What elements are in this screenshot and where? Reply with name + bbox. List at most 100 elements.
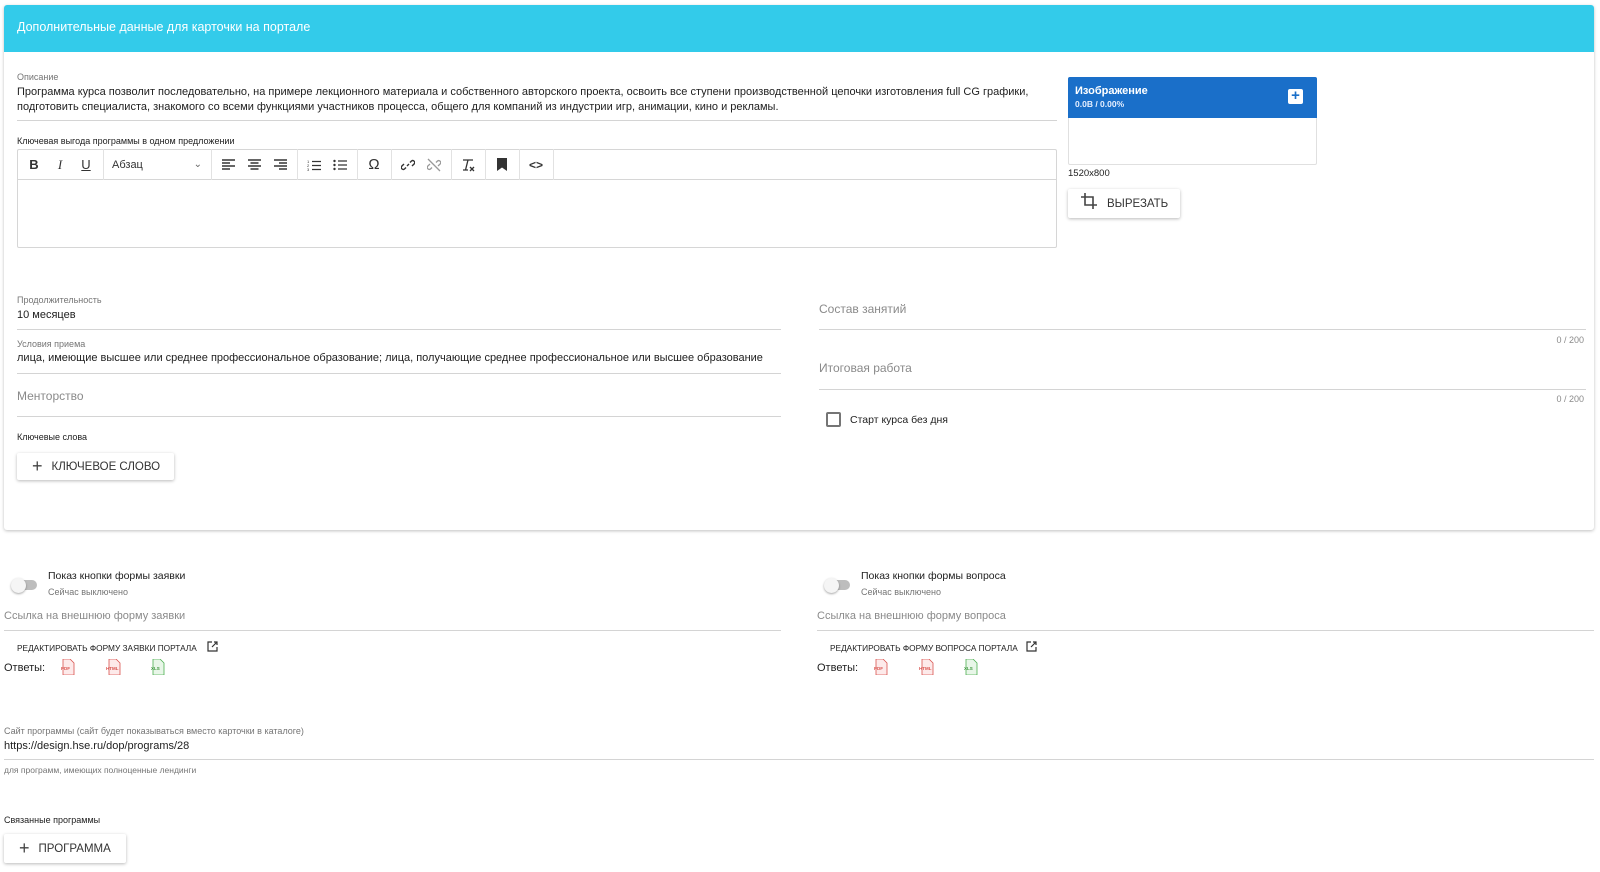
external-link-icon [207,641,218,654]
description-text-line-2[interactable]: подготовить специалиста, знакомого со вс… [17,100,1057,114]
toolbar-separator [357,149,358,180]
toolbar-separator [211,149,212,180]
unlink-icon[interactable] [421,149,447,180]
duration-underline [17,329,781,330]
image-title: Изображение [1075,85,1148,97]
crop-button[interactable]: Вырезать [1068,189,1180,218]
edit-question-form-label: Редактировать форму вопроса портала [830,642,1018,653]
pdf-file-icon[interactable]: PDF [874,659,888,675]
question-toggle-label: Показ кнопки формы вопроса [861,570,1006,582]
card-title: Дополнительные данные для карточки на по… [17,20,311,34]
toolbar-separator [519,149,520,180]
start-without-day-checkbox[interactable] [826,412,841,427]
toolbar-separator [297,149,298,180]
external-link-icon [1026,641,1037,654]
lessons-underline [819,329,1586,330]
align-left-icon[interactable] [215,149,241,180]
question-link-underline [817,630,1594,631]
chevron-down-icon: ⌄ [193,159,202,170]
align-right-icon[interactable] [267,149,293,180]
image-dimensions: 1520x800 [1068,168,1110,179]
related-programs-label: Связанные программы [4,815,101,825]
plus-icon: + [32,456,43,476]
clear-format-icon[interactable] [455,149,481,180]
duration-input[interactable]: 10 месяцев [17,308,76,322]
admission-input[interactable]: лица, имеющие высшее или среднее професс… [17,351,763,365]
lessons-input[interactable]: Состав занятий [819,302,906,316]
edit-question-form-link[interactable]: Редактировать форму вопроса портала [830,641,1037,654]
admission-label: Условия приема [17,339,86,349]
svg-text:PDF: PDF [874,666,883,671]
bookmark-icon[interactable] [489,149,515,180]
editor-toolbar: B I U Абзац ⌄ 123 Ω <> [17,149,1057,180]
align-center-icon[interactable] [241,149,267,180]
toolbar-separator [391,149,392,180]
keywords-label: Ключевые слова [17,432,88,442]
underline-button[interactable]: U [73,149,99,180]
block-format-value: Абзац [112,158,143,171]
add-keyword-label: Ключевое слово [51,460,161,473]
description-underline [17,120,1057,121]
plus-icon: + [19,838,30,858]
application-form-toggle-thumb[interactable] [11,578,26,593]
program-site-hint: для программ, имеющих полноценные лендин… [4,765,197,775]
start-without-day-label: Старт курса без дня [850,414,948,426]
add-program-button[interactable]: + Программа [4,834,126,863]
image-header [1068,77,1317,118]
mentoring-underline [17,416,781,417]
toolbar-separator [485,149,486,180]
program-site-label: Сайт программы (сайт будет показываться … [4,726,304,736]
question-toggle-status: Сейчас выключено [861,587,941,597]
duration-label: Продолжительность [17,295,102,305]
xls-file-icon[interactable]: XLS [964,659,978,675]
mentoring-input[interactable]: Менторство [17,389,84,403]
special-char-icon[interactable]: Ω [361,149,387,180]
block-format-select[interactable]: Абзац ⌄ [103,149,210,180]
bold-button[interactable]: B [21,149,47,180]
link-icon[interactable] [395,149,421,180]
edit-application-form-link[interactable]: Редактировать форму заявки портала [17,641,218,654]
program-site-underline [4,759,1594,760]
question-form-toggle-thumb[interactable] [824,578,839,593]
ordered-list-icon[interactable]: 123 [301,149,327,180]
crop-button-label: Вырезать [1107,197,1169,210]
crop-icon [1081,193,1097,214]
lessons-counter: 0 / 200 [1556,335,1584,345]
add-program-label: Программа [38,842,111,855]
html-file-icon[interactable]: HTML [919,659,934,675]
svg-text:HTML: HTML [106,666,119,671]
final-work-underline [819,389,1586,390]
xls-file-icon[interactable]: XLS [151,659,165,675]
admission-underline [17,373,781,374]
svg-text:PDF: PDF [61,666,70,671]
add-keyword-button[interactable]: + Ключевое слово [17,453,174,480]
italic-button[interactable]: I [47,149,73,180]
pdf-file-icon[interactable]: PDF [61,659,75,675]
toolbar-separator [451,149,452,180]
final-work-counter: 0 / 200 [1556,394,1584,404]
description-label: Описание [17,72,59,82]
application-toggle-label: Показ кнопки формы заявки [48,570,186,582]
image-size-info: 0.0B / 0.00% [1075,99,1125,109]
application-toggle-status: Сейчас выключено [48,587,128,597]
edit-application-form-label: Редактировать форму заявки портала [17,642,197,653]
program-site-input[interactable]: https://design.hse.ru/dop/programs/28 [4,739,189,753]
question-link-input[interactable]: Ссылка на внешнюю форму вопроса [817,609,1006,623]
portal-card-panel [4,5,1594,530]
svg-text:XLS: XLS [964,666,973,671]
bullet-list-icon[interactable] [327,149,353,180]
question-answers-label: Ответы: [817,662,859,674]
key-benefit-label: Ключевая выгода программы в одном предло… [17,136,235,146]
toolbar-separator [553,149,554,180]
svg-text:HTML: HTML [919,666,932,671]
application-link-underline [4,630,781,631]
svg-text:3: 3 [307,167,310,171]
final-work-input[interactable]: Итоговая работа [819,361,912,375]
svg-text:XLS: XLS [151,666,160,671]
description-text-line-1[interactable]: Программа курса позволит последовательно… [17,85,1057,99]
source-code-icon[interactable]: <> [523,149,549,180]
application-link-input[interactable]: Ссылка на внешнюю форму заявки [4,609,185,623]
html-file-icon[interactable]: HTML [106,659,121,675]
application-answers-label: Ответы: [4,662,46,674]
add-image-button[interactable]: + [1288,88,1303,104]
